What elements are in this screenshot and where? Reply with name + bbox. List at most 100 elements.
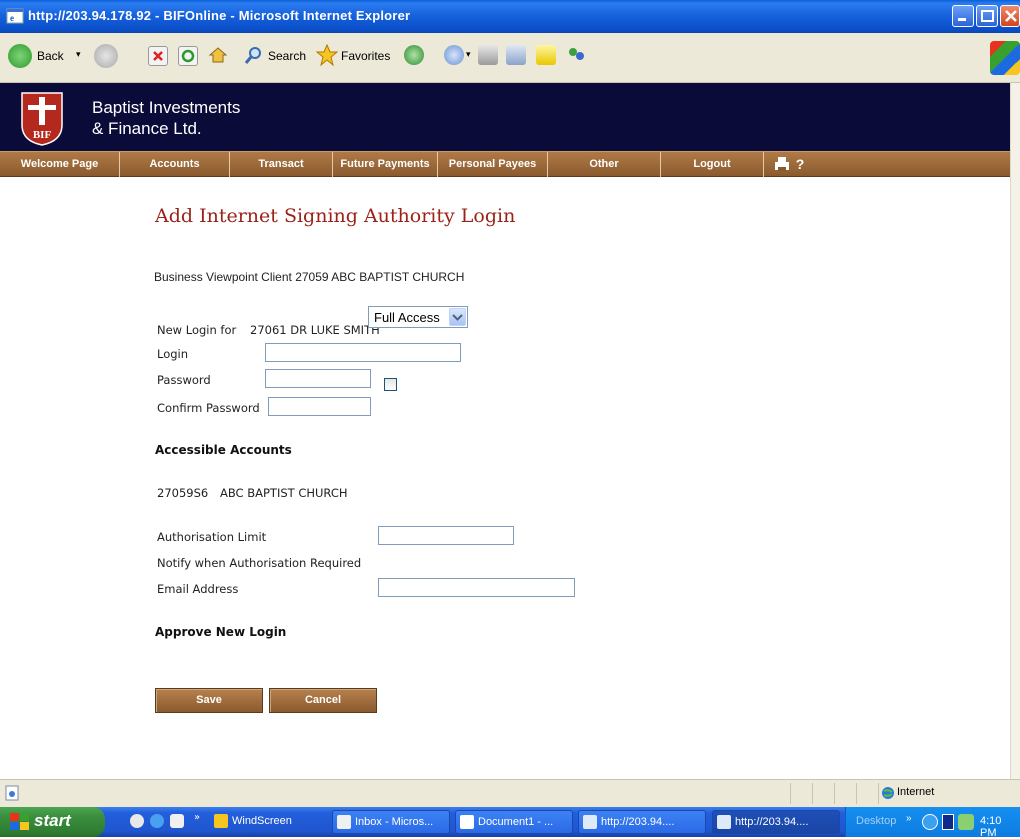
confirm-password-input[interactable] [268,397,371,416]
status-bar: Internet [0,779,1020,807]
windscreen-icon [214,814,228,828]
security-zone: Internet [897,786,935,798]
authorisation-limit-input[interactable] [378,526,514,545]
favorites-button[interactable]: Favorites [341,49,390,63]
main-content: Add Internet Signing Authority Login Bus… [0,177,1010,779]
access-level-select[interactable]: Full Access [368,306,468,328]
login-input[interactable] [265,343,461,362]
authorisation-limit-label: Authorisation Limit [157,530,267,544]
login-label: Login [157,347,189,361]
search-icon[interactable] [244,45,264,65]
bank-name: Baptist Investments & Finance Ltd. [92,97,240,139]
bank-header: BIF Baptist Investments & Finance Ltd. [0,83,1020,151]
close-button[interactable] [1000,5,1020,27]
search-button[interactable]: Search [268,49,306,63]
nav-accounts[interactable]: Accounts [120,152,230,178]
nav-welcome-page[interactable]: Welcome Page [0,152,120,178]
back-arrow-icon[interactable] [8,44,32,68]
access-level-value: Full Access [374,310,440,325]
minimize-icon [958,18,966,21]
password-label: Password [157,373,211,387]
quicklaunch-ie-icon[interactable] [150,814,164,828]
status-cell [790,783,812,804]
password-input[interactable] [265,369,371,388]
save-button[interactable]: Save [155,688,263,713]
cancel-button[interactable]: Cancel [269,688,377,713]
note-icon[interactable] [536,45,556,65]
start-label: start [34,811,71,830]
task-label: Document1 - ... [478,816,554,828]
help-icon[interactable]: ? [792,152,808,178]
maximize-button[interactable] [976,5,998,27]
favorites-star-icon[interactable] [315,43,339,67]
account-name: ABC BAPTIST CHURCH [220,486,348,500]
confirm-password-label: Confirm Password [157,401,260,415]
windows-logo-icon [10,813,29,830]
nav-other[interactable]: Other [548,152,661,178]
nav-transact[interactable]: Transact [230,152,333,178]
forward-arrow-icon[interactable] [94,44,118,68]
task-label: http://203.94.... [601,816,675,828]
task-ie-2[interactable]: http://203.94.... [712,810,840,834]
nav-personal-payees[interactable]: Personal Payees [438,152,548,178]
tray-expand-icon[interactable]: » [906,813,912,824]
windows-flag-icon [990,41,1020,75]
approve-new-login-heading: Approve New Login [155,625,287,639]
account-number: 27059S6 [157,486,209,500]
system-tray: Desktop » 4:10 PM [845,807,1020,839]
print-icon[interactable] [478,45,498,65]
stop-icon[interactable] [148,46,168,66]
internet-explorer-icon: e [6,8,24,24]
email-input[interactable] [378,578,575,597]
quicklaunch-desktop-icon[interactable] [130,814,144,828]
quicklaunch-outlook-icon[interactable] [170,814,184,828]
accessible-accounts-heading: Accessible Accounts [155,443,292,457]
task-label: Inbox - Micros... [355,816,434,828]
history-icon[interactable] [404,45,424,65]
task-inbox[interactable]: Inbox - Micros... [332,810,450,834]
tray-security-icon[interactable] [958,814,974,830]
back-button[interactable]: Back [37,49,64,63]
window-title-bar: e http://203.94.178.92 - BIFOnline - Mic… [0,0,1020,33]
edit-icon[interactable] [506,45,526,65]
task-ie-1[interactable]: http://203.94.... [578,810,706,834]
back-dropdown-icon[interactable]: ▾ [76,49,81,60]
print-icon[interactable] [774,156,790,173]
new-login-for-value: 27061 DR LUKE SMITH [250,323,380,337]
status-cell [856,783,878,804]
outlook-icon [337,815,351,829]
refresh-icon[interactable] [178,46,198,66]
nav-logout[interactable]: Logout [661,152,764,178]
mail-icon[interactable] [444,45,464,65]
status-cell [834,783,856,804]
taskbar: start » WindScreen Inbox - Micros... Doc… [0,807,1020,839]
bank-name-line2: & Finance Ltd. [92,119,202,138]
page-icon [5,785,19,801]
logo-text: BIF [33,129,52,141]
main-nav: Welcome Page Accounts Transact Future Pa… [0,151,1020,178]
tray-app-icon[interactable] [942,814,954,830]
task-label: http://203.94.... [735,816,809,828]
task-windscreen[interactable]: WindScreen [210,810,322,834]
home-icon[interactable] [208,45,228,65]
window-title: http://203.94.178.92 - BIFOnline - Micro… [28,8,411,23]
bank-name-line1: Baptist Investments [92,98,241,117]
nav-future-payments[interactable]: Future Payments [333,152,438,178]
minimize-button[interactable] [952,5,974,27]
close-icon [1005,10,1017,22]
notify-checkbox[interactable] [384,378,397,391]
svg-text:e: e [10,13,14,23]
vertical-scrollbar[interactable] [1010,83,1020,779]
desktop-toolbar-label[interactable]: Desktop [856,815,896,827]
clock: 4:10 PM [980,815,1002,839]
start-button[interactable]: start [0,807,105,837]
mail-dropdown-icon[interactable]: ▾ [466,49,471,60]
status-cell [812,783,834,804]
chevron-down-icon[interactable] [449,308,466,326]
task-document1[interactable]: Document1 - ... [455,810,573,834]
bif-logo-icon: BIF [21,92,63,146]
quicklaunch-more-icon[interactable]: » [194,812,200,823]
messenger-icon[interactable] [566,45,586,65]
new-login-for-label: New Login for [157,323,237,337]
tray-network-icon[interactable] [922,814,938,830]
